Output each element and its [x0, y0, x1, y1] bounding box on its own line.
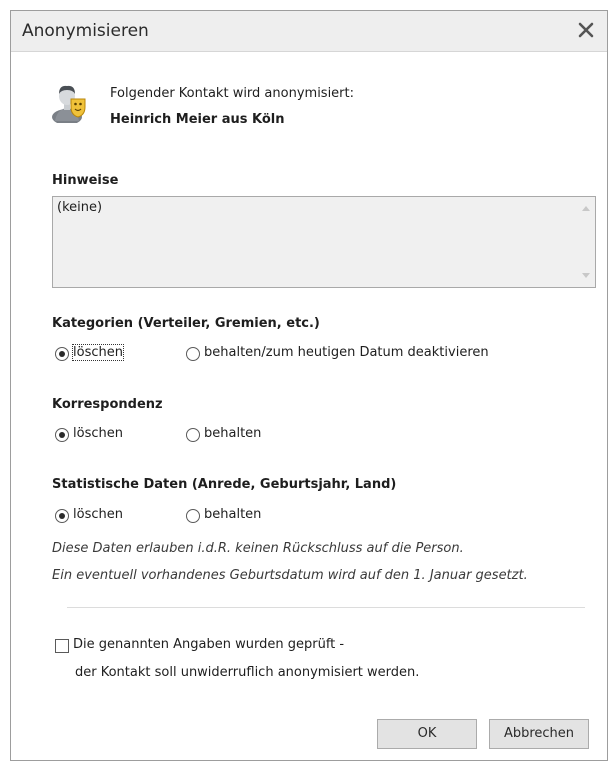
categories-label: Kategorien (Verteiler, Gremien, etc.): [52, 316, 320, 331]
correspondence-label: Korrespondenz: [52, 397, 163, 412]
statistics-keep-label[interactable]: behalten: [204, 507, 261, 522]
divider: [67, 607, 585, 608]
statistics-label: Statistische Daten (Anrede, Geburtsjahr,…: [52, 477, 397, 492]
title-bar: Anonymisieren: [11, 11, 607, 52]
notes-value: (keine): [57, 200, 103, 215]
statistics-hint-line2: Ein eventuell vorhandenes Geburtsdatum w…: [52, 568, 528, 583]
ok-button[interactable]: OK: [377, 719, 477, 749]
confirm-line2[interactable]: der Kontakt soll unwiderruflich anonymis…: [75, 665, 419, 680]
radio-selected-dot: [59, 351, 65, 357]
confirm-checkbox[interactable]: [55, 639, 69, 653]
correspondence-delete-label[interactable]: löschen: [73, 426, 123, 441]
confirm-line1[interactable]: Die genannten Angaben wurden geprüft -: [73, 637, 344, 652]
statistics-delete-label[interactable]: löschen: [73, 507, 123, 522]
categories-delete-radio[interactable]: [55, 347, 69, 361]
anonymize-dialog: Anonymisieren Folgender Kontakt wird ano…: [10, 10, 608, 761]
scroll-up-icon[interactable]: [582, 206, 590, 211]
radio-selected-dot: [59, 432, 65, 438]
contact-anonymous-icon: [51, 83, 93, 125]
notes-label: Hinweise: [52, 173, 119, 188]
contact-name: Heinrich Meier aus Köln: [110, 112, 285, 127]
categories-delete-label[interactable]: löschen: [72, 344, 124, 361]
statistics-delete-radio[interactable]: [55, 509, 69, 523]
cancel-button[interactable]: Abbrechen: [489, 719, 589, 749]
categories-keep-radio[interactable]: [186, 347, 200, 361]
scroll-down-icon[interactable]: [582, 273, 590, 278]
notes-scrollbar[interactable]: [578, 197, 595, 287]
correspondence-keep-radio[interactable]: [186, 428, 200, 442]
radio-selected-dot: [59, 513, 65, 519]
statistics-keep-radio[interactable]: [186, 509, 200, 523]
notes-textarea[interactable]: (keine): [52, 196, 596, 288]
statistics-hint-line1: Diese Daten erlauben i.d.R. keinen Rücks…: [52, 541, 464, 556]
categories-keep-label[interactable]: behalten/zum heutigen Datum deaktivieren: [204, 345, 489, 360]
close-icon[interactable]: [573, 17, 599, 43]
dialog-title: Anonymisieren: [22, 21, 149, 41]
correspondence-delete-radio[interactable]: [55, 428, 69, 442]
intro-text: Folgender Kontakt wird anonymisiert:: [110, 86, 355, 101]
correspondence-keep-label[interactable]: behalten: [204, 426, 261, 441]
